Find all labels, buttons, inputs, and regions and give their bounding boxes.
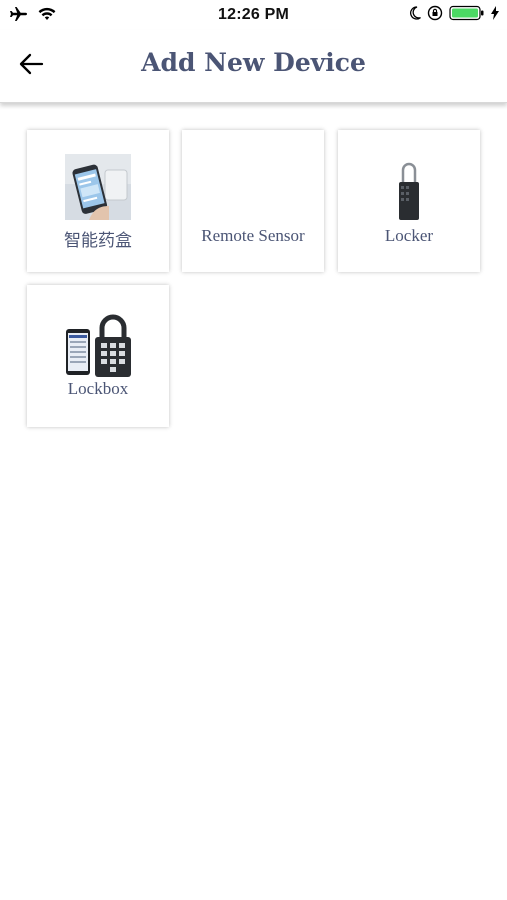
device-label: Lockbox	[67, 379, 129, 398]
device-card-locker[interactable]: Locker	[338, 130, 480, 272]
status-right	[409, 5, 499, 26]
moon-icon	[409, 6, 421, 25]
battery-icon	[449, 5, 485, 26]
orientation-lock-icon	[427, 5, 443, 26]
page-title: Add New Device	[141, 48, 366, 77]
device-label: Remote Sensor	[201, 226, 305, 245]
device-label: Locker	[384, 226, 434, 245]
device-card-smart-pillbox[interactable]: 智能药盒	[27, 130, 169, 272]
status-bar: 12:26 PM	[0, 0, 507, 30]
device-card-remote-sensor[interactable]: Remote Sensor	[182, 130, 324, 272]
charging-icon	[491, 6, 499, 25]
key-lock-image	[396, 160, 422, 222]
phone-app-image	[65, 154, 131, 220]
app-header: Add New Device	[0, 30, 507, 103]
device-label: 智能药盒	[64, 231, 132, 251]
device-card-lockbox[interactable]: Lockbox	[27, 285, 169, 427]
lockbox-image	[65, 311, 133, 377]
